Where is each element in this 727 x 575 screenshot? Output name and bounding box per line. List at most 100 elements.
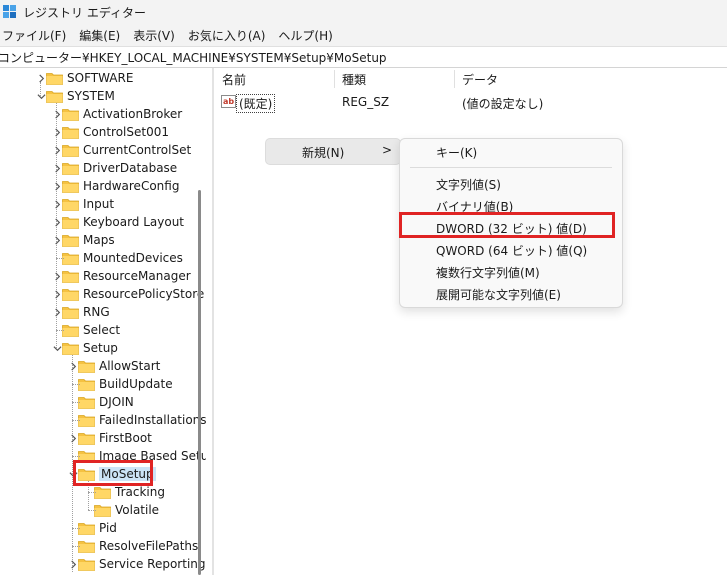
folder-icon xyxy=(62,270,79,283)
submenu-item-multistring[interactable]: 複数行文字列値(M) xyxy=(436,264,540,281)
folder-icon xyxy=(62,144,79,157)
chevron-right-icon[interactable] xyxy=(52,271,62,281)
tree-item-buildupdate[interactable]: BuildUpdate xyxy=(68,375,173,393)
tree-item-pid[interactable]: Pid xyxy=(68,519,117,537)
column-header-name[interactable]: 名前 xyxy=(222,71,246,88)
submenu-item-expandable[interactable]: 展開可能な文字列値(E) xyxy=(436,286,561,303)
tree-item-software[interactable]: SOFTWARE xyxy=(36,69,133,87)
folder-icon xyxy=(78,396,95,409)
chevron-right-icon[interactable] xyxy=(52,181,62,191)
menu-file[interactable]: ファイル(F) xyxy=(0,27,73,44)
folder-icon xyxy=(62,180,79,193)
chevron-right-icon[interactable] xyxy=(52,127,62,137)
tree-guide-line xyxy=(56,330,64,331)
tree-item-input[interactable]: Input xyxy=(52,195,114,213)
chevron-right-icon[interactable] xyxy=(36,73,46,83)
submenu-item-qword[interactable]: QWORD (64 ビット) 値(Q) xyxy=(436,242,587,259)
tree-item-label: Maps xyxy=(83,233,115,247)
chevron-right-icon[interactable] xyxy=(68,433,78,443)
tree-item-service-reporting[interactable]: Service Reporting xyxy=(68,555,206,573)
address-path[interactable]: コンピューター¥HKEY_LOCAL_MACHINE¥SYSTEM¥Setup¥… xyxy=(0,49,387,66)
chevron-right-icon[interactable] xyxy=(68,559,78,569)
tree-item-volatile[interactable]: Volatile xyxy=(84,501,159,519)
tree-item-allowstart[interactable]: AllowStart xyxy=(68,357,160,375)
submenu-item-key[interactable]: キー(K) xyxy=(436,144,477,161)
tree-item-label: Input xyxy=(83,197,115,211)
chevron-right-icon[interactable] xyxy=(52,163,62,173)
tree-item-failedinstallations[interactable]: FailedInstallations xyxy=(68,411,206,429)
tree-scrollbar[interactable] xyxy=(198,190,201,575)
tree-guide-line xyxy=(72,528,80,529)
menu-favorites[interactable]: お気に入り(A) xyxy=(186,27,273,44)
value-row[interactable]: ab (既定) REG_SZ (値の設定なし) xyxy=(214,92,727,113)
tree-item-select[interactable]: Select xyxy=(52,321,120,339)
menu-bar: ファイル(F) 編集(E) 表示(V) お気に入り(A) ヘルプ(H) xyxy=(0,24,727,46)
tree-guide-line xyxy=(88,492,96,493)
tree-item-label: ResolveFilePaths xyxy=(99,539,199,553)
tree-item-system[interactable]: SYSTEM xyxy=(36,87,115,105)
folder-icon xyxy=(94,486,111,499)
chevron-right-icon[interactable] xyxy=(52,217,62,227)
title-bar: レジストリ エディター xyxy=(0,0,727,24)
tree-item-label: AllowStart xyxy=(99,359,161,373)
key-tree-pane[interactable]: SOFTWARE SYSTEM ActivationBroker ControlSet… xyxy=(0,68,206,575)
folder-icon xyxy=(62,342,79,355)
tree-item-keyboard-layout[interactable]: Keyboard Layout xyxy=(52,213,184,231)
menu-edit[interactable]: 編集(E) xyxy=(77,27,127,44)
tree-item-label: CurrentControlSet xyxy=(83,143,192,157)
tree-guide-line xyxy=(72,420,80,421)
tree-item-maps[interactable]: Maps xyxy=(52,231,115,249)
chevron-down-icon[interactable] xyxy=(36,91,46,101)
tree-item-hardwareconfig[interactable]: HardwareConfig xyxy=(52,177,179,195)
menu-view[interactable]: 表示(V) xyxy=(131,27,182,44)
tree-item-label: FailedInstallations xyxy=(99,413,206,427)
tree-item-label: RNG xyxy=(83,305,110,319)
column-header-type[interactable]: 種類 xyxy=(342,71,366,88)
tree-item-firstboot[interactable]: FirstBoot xyxy=(68,429,152,447)
registry-editor-window: レジストリ エディター ファイル(F) 編集(E) 表示(V) お気に入り(A)… xyxy=(0,0,727,575)
context-menu-new-label: 新規(N) xyxy=(302,146,345,160)
window-title: レジストリ エディター xyxy=(23,5,146,20)
tree-item-resolvefilepaths[interactable]: ResolveFilePaths xyxy=(68,537,198,555)
column-separator[interactable] xyxy=(334,70,335,88)
value-data: (値の設定なし) xyxy=(462,97,544,111)
chevron-right-icon[interactable] xyxy=(52,289,62,299)
menu-help[interactable]: ヘルプ(H) xyxy=(276,27,339,44)
tree-item-controlset001[interactable]: ControlSet001 xyxy=(52,123,169,141)
chevron-right-icon[interactable] xyxy=(52,109,62,119)
tree-guide-line xyxy=(88,510,96,511)
chevron-right-icon[interactable] xyxy=(52,199,62,209)
mosetup-highlight-box xyxy=(73,460,153,486)
tree-item-label: MountedDevices xyxy=(83,251,183,265)
folder-icon xyxy=(62,234,79,247)
tree-item-resourcepolicystore[interactable]: ResourcePolicyStore xyxy=(52,285,204,303)
tree-item-resourcemanager[interactable]: ResourceManager xyxy=(52,267,191,285)
chevron-right-icon[interactable] xyxy=(52,235,62,245)
tree-item-rng[interactable]: RNG xyxy=(52,303,110,321)
tree-guide-line xyxy=(72,456,80,457)
chevron-right-icon[interactable] xyxy=(68,361,78,371)
submenu-item-string[interactable]: 文字列値(S) xyxy=(436,176,501,193)
tree-item-label: Service Reporting xyxy=(99,557,206,571)
column-header-data[interactable]: データ xyxy=(462,71,498,88)
chevron-right-icon[interactable] xyxy=(52,145,62,155)
column-separator[interactable] xyxy=(454,70,455,88)
tree-item-djoin[interactable]: DJOIN xyxy=(68,393,134,411)
chevron-down-icon[interactable] xyxy=(52,343,62,353)
address-bar[interactable]: コンピューター¥HKEY_LOCAL_MACHINE¥SYSTEM¥Setup¥… xyxy=(0,46,727,68)
tree-item-mounteddevices[interactable]: MountedDevices xyxy=(52,249,183,267)
tree-item-label: ActivationBroker xyxy=(83,107,183,121)
folder-icon xyxy=(62,288,79,301)
context-menu-new[interactable]: 新規(N) > xyxy=(266,139,400,164)
tree-item-label: BuildUpdate xyxy=(99,377,173,391)
tree-guide-line xyxy=(72,546,80,547)
tree-item-label: ResourceManager xyxy=(83,269,191,283)
tree-item-currentcontrolset[interactable]: CurrentControlSet xyxy=(52,141,191,159)
tree-item-setup[interactable]: Setup xyxy=(52,339,118,357)
tree-item-activationbroker[interactable]: ActivationBroker xyxy=(52,105,182,123)
tree-item-driverdatabase[interactable]: DriverDatabase xyxy=(52,159,177,177)
folder-icon xyxy=(78,522,95,535)
folder-icon xyxy=(62,216,79,229)
pane-splitter[interactable] xyxy=(212,68,214,575)
chevron-right-icon[interactable] xyxy=(52,307,62,317)
